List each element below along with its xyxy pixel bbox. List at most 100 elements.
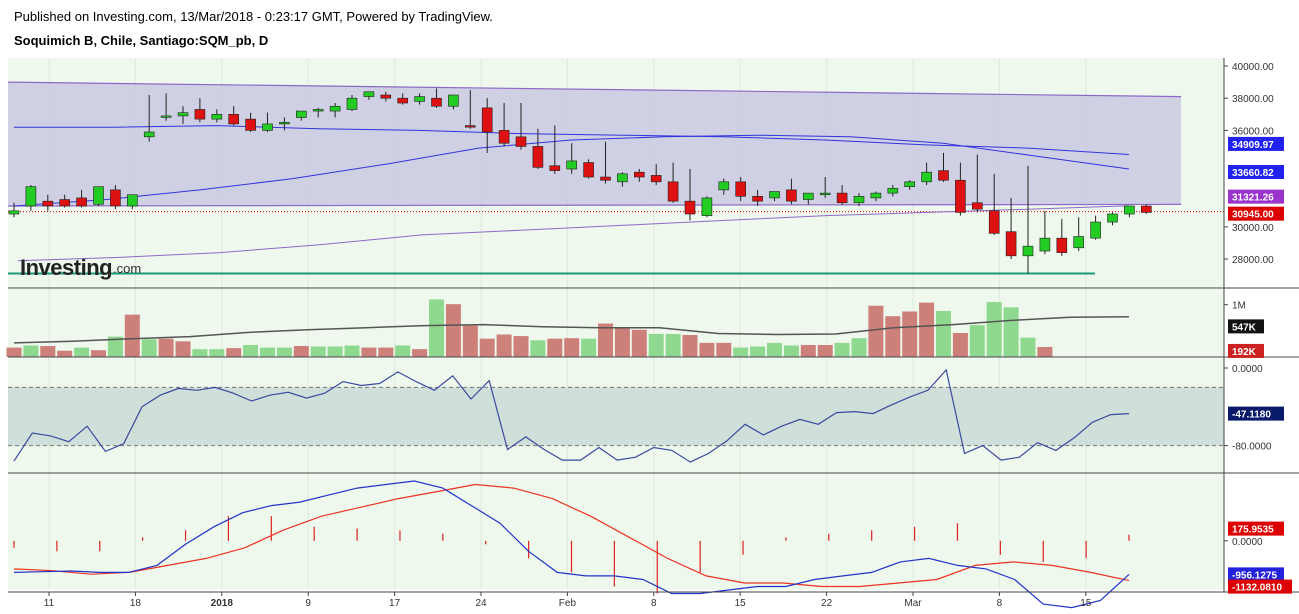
candle-up — [1124, 205, 1135, 215]
x-tick-label: 9 — [305, 598, 311, 609]
candle-up — [295, 110, 307, 118]
candle-up — [329, 105, 341, 112]
volume-bar — [648, 333, 664, 357]
value-tag: 30945.00 — [1232, 210, 1274, 221]
volume-bar — [885, 316, 901, 357]
candle-up — [887, 187, 899, 194]
logo-suffix: .com — [113, 261, 141, 276]
volume-bar — [6, 347, 22, 357]
volume-bar — [750, 346, 766, 357]
x-tick-label: 11 — [44, 598, 55, 609]
volume-bar — [209, 349, 225, 357]
candle-up — [262, 123, 273, 131]
volume-bar — [57, 350, 73, 357]
candle-down — [498, 130, 510, 144]
value-tag: -47.1180 — [1232, 410, 1271, 421]
value-tag: 175.9535 — [1232, 525, 1274, 536]
x-tick-label: 8 — [651, 598, 657, 609]
volume-bar — [496, 334, 512, 357]
candle-up — [25, 186, 37, 207]
volume-bar — [851, 338, 867, 357]
candle-down — [76, 197, 87, 207]
regression-channel — [8, 82, 1181, 206]
candle-up — [143, 131, 155, 138]
candle-down — [684, 200, 696, 215]
x-tick-label: 24 — [475, 598, 487, 609]
candle-up — [870, 192, 882, 199]
volume-bar — [868, 305, 884, 357]
candle-up — [718, 181, 730, 191]
volume-bar — [1003, 307, 1019, 357]
candle-up — [160, 115, 172, 118]
candle-down — [633, 171, 645, 178]
candle-up — [279, 122, 290, 125]
candle-up — [853, 196, 865, 204]
candle-down — [228, 113, 239, 125]
logo-main: Investing — [20, 255, 112, 280]
volume-bar — [243, 344, 259, 357]
candle-down — [752, 196, 763, 202]
volume-bar — [361, 347, 377, 357]
candle-up — [701, 197, 713, 216]
candle-down — [735, 181, 747, 197]
volume-bar — [733, 347, 749, 357]
chart-canvas[interactable]: 40000.00 38000.00 36000.00 30000.00 28000.00… — [0, 0, 1299, 614]
volume-bar — [665, 333, 681, 357]
volume-bar — [699, 342, 715, 357]
candle-up — [904, 181, 916, 187]
candle-down — [110, 189, 121, 207]
volume-bar — [817, 344, 833, 357]
candle-down — [667, 181, 679, 202]
candle-up — [312, 109, 324, 112]
volume-bar — [378, 347, 394, 357]
volume-bar — [564, 338, 580, 357]
y-tick-label: 1M — [1232, 301, 1246, 312]
x-tick-label: 8 — [997, 598, 1003, 609]
volume-bar — [767, 342, 782, 357]
candle-down — [600, 176, 611, 181]
volume-bar — [682, 335, 698, 357]
candle-down — [380, 94, 392, 99]
candle-up — [566, 160, 578, 170]
candle-up — [819, 192, 831, 196]
volume-bar — [310, 346, 326, 357]
volume-bar — [513, 336, 529, 357]
candle-down — [515, 136, 527, 147]
volume-bar — [226, 348, 242, 357]
volume-bar — [1020, 337, 1036, 357]
y-tick-label: -80.0000 — [1232, 442, 1272, 453]
volume-bar — [395, 345, 411, 357]
candle-down — [1005, 231, 1017, 257]
value-tag: 33660.82 — [1232, 168, 1274, 179]
candle-down — [1141, 205, 1152, 213]
volume-bar — [276, 347, 292, 357]
volume-bar — [327, 346, 343, 357]
candle-down — [836, 192, 848, 204]
volume-bar — [260, 347, 275, 357]
candle-up — [211, 113, 223, 120]
x-tick-label: 22 — [821, 598, 833, 609]
candle-down — [59, 199, 71, 207]
candle-down — [938, 170, 949, 181]
value-tag: -1132.0810 — [1232, 583, 1282, 594]
candle-up — [1073, 236, 1084, 249]
volume-bar — [986, 302, 1002, 357]
candle-down — [245, 118, 256, 131]
volume-bar — [175, 341, 191, 357]
volume-bar — [919, 302, 935, 357]
candle-down — [532, 146, 544, 168]
volume-bar — [91, 350, 106, 357]
candle-up — [8, 210, 20, 215]
candle-up — [414, 96, 425, 102]
candle-up — [127, 194, 138, 207]
y-tick-label: 28000.00 — [1232, 255, 1274, 266]
oscillator-band — [8, 387, 1224, 446]
volume-bar — [192, 349, 208, 357]
macd-panel-bg — [8, 474, 1224, 590]
candle-down — [955, 179, 966, 213]
volume-bar — [293, 346, 309, 357]
candle-down — [397, 97, 409, 104]
x-tick-label: 17 — [389, 598, 401, 609]
candle-up — [802, 192, 814, 200]
y-tick-label: 40000.00 — [1232, 62, 1274, 73]
